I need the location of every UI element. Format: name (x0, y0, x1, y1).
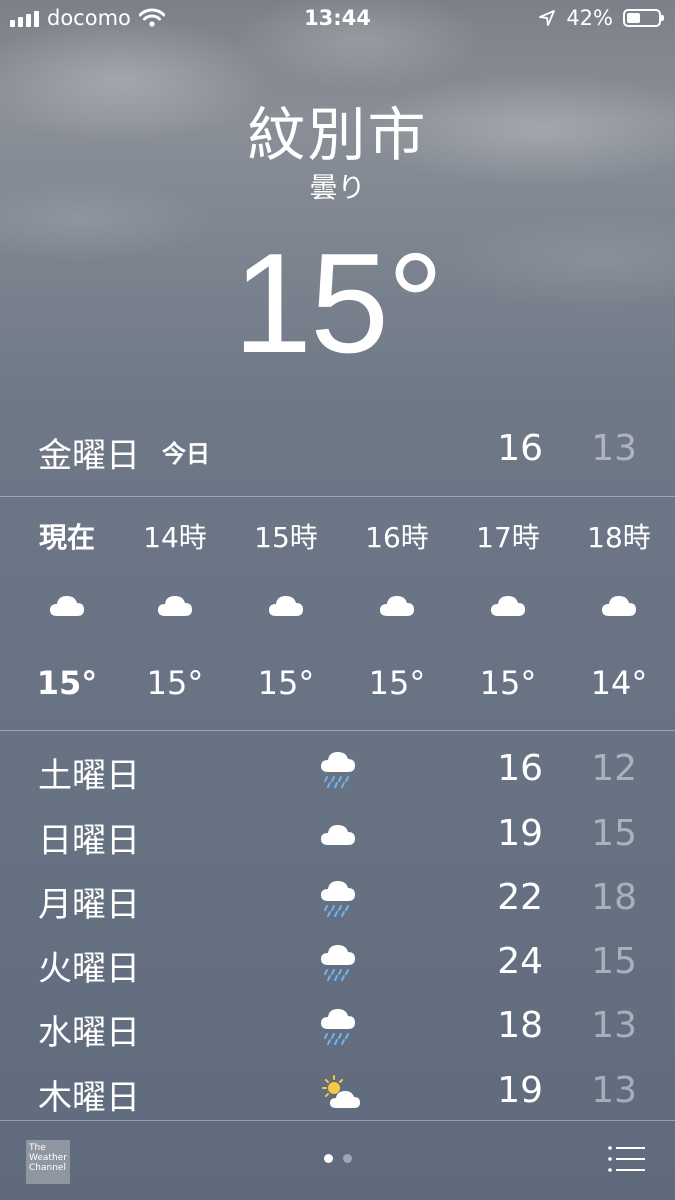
daily-low: 15 (591, 941, 637, 982)
rain-icon (320, 944, 356, 981)
daily-row-thu: 木曜日 19 13 (0, 1064, 675, 1124)
bottom-toolbar: The Weather Channel (0, 1122, 675, 1200)
daily-low: 13 (591, 1005, 637, 1046)
cloud-icon (269, 596, 303, 616)
rain-icon (320, 1008, 356, 1045)
daily-row-mon: 月曜日 22 18 (0, 871, 675, 931)
battery-icon (623, 9, 664, 27)
hour-label: 18時 (587, 521, 651, 554)
today-tag: 今日 (162, 440, 210, 468)
city-name: 紋別市 (247, 101, 428, 169)
divider-bottom (0, 730, 675, 731)
daily-high: 16 (497, 748, 543, 789)
hour-temp: 14° (590, 664, 648, 702)
list-icon[interactable] (607, 1144, 645, 1174)
location-arrow-icon (539, 10, 556, 26)
hour-label: 14時 (143, 521, 207, 554)
daily-high: 22 (497, 877, 543, 918)
daily-high: 19 (497, 1070, 543, 1111)
page-dot[interactable] (342, 1154, 352, 1163)
hour-temp: 15° (257, 664, 315, 702)
today-low: 13 (591, 428, 637, 469)
cloud-icon (380, 596, 414, 616)
daily-row-tue: 火曜日 24 15 (0, 935, 675, 995)
hour-label: 15時 (254, 521, 318, 554)
cloud-icon (491, 596, 525, 616)
rain-icon (320, 751, 356, 788)
cloud-icon (158, 596, 192, 616)
hour-label: 17時 (476, 521, 540, 554)
hour-label: 16時 (365, 521, 429, 554)
daily-low: 13 (591, 1070, 637, 1111)
today-high: 16 (497, 428, 543, 469)
today-day: 金曜日 (38, 436, 140, 476)
daily-low: 12 (591, 748, 637, 789)
hour-label: 現在 (38, 521, 95, 554)
hour-temp: 15° (36, 664, 98, 702)
battery-fill (627, 13, 640, 23)
rain-icon (320, 880, 356, 917)
daily-row-sun: 日曜日 19 15 (0, 807, 675, 867)
daily-day: 土曜日 (38, 756, 140, 796)
page-dot[interactable] (323, 1154, 333, 1163)
daily-day: 火曜日 (38, 949, 140, 989)
battery-percent: 42% (566, 6, 613, 30)
daily-row-wed: 水曜日 18 13 (0, 999, 675, 1059)
daily-low: 15 (591, 813, 637, 854)
hourly-forecast[interactable]: 現在 15° 14時 15° 15時 15° 16時 15° 17時 15° 1… (0, 498, 675, 730)
partly-sunny-icon (322, 1075, 361, 1109)
cloud-icon (50, 596, 84, 616)
daily-high: 24 (497, 941, 543, 982)
daily-day: 水曜日 (38, 1013, 140, 1053)
today-row: 金曜日 今日 16 13 (0, 428, 675, 476)
page-indicator[interactable] (0, 1154, 675, 1163)
weather-condition: 曇り (309, 171, 366, 204)
hour-temp: 15° (479, 664, 537, 702)
daily-high: 18 (497, 1005, 543, 1046)
daily-day: 月曜日 (38, 885, 140, 925)
daily-day: 木曜日 (38, 1078, 140, 1118)
hour-temp: 15° (146, 664, 204, 702)
cloud-icon (602, 596, 636, 616)
current-temperature: 15° (233, 224, 444, 383)
daily-low: 18 (591, 877, 637, 918)
cloud-icon (321, 825, 355, 845)
hour-temp: 15° (368, 664, 426, 702)
divider-footer (0, 1120, 675, 1121)
status-right: 42% (538, 6, 664, 30)
daily-day: 日曜日 (38, 821, 140, 861)
daily-high: 19 (497, 813, 543, 854)
daily-row-sat: 土曜日 16 12 (0, 742, 675, 802)
divider-top (0, 496, 675, 497)
status-bar: docomo 13:44 42% (0, 0, 675, 40)
